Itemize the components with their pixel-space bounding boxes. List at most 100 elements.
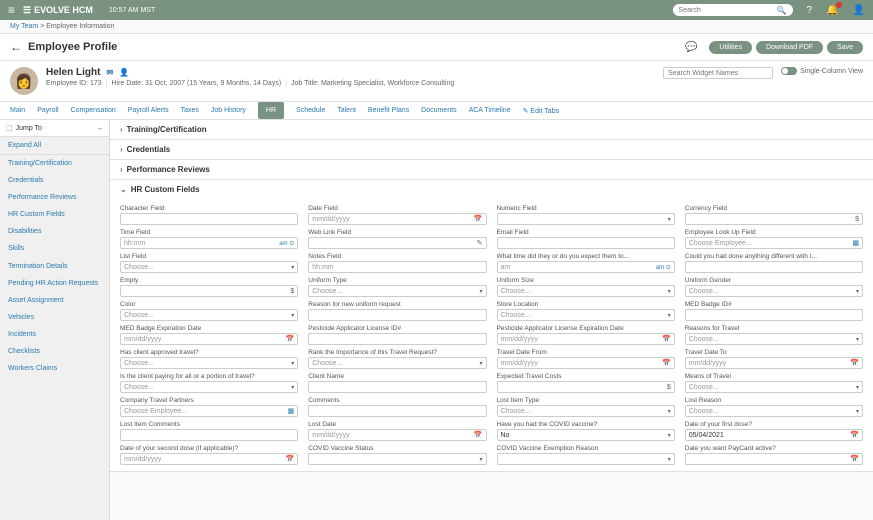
sidebar-link-asset-assignment[interactable]: Asset Assignment [0, 292, 109, 309]
tab-payroll-alerts[interactable]: Payroll Alerts [128, 102, 169, 119]
field-input[interactable]: Choose...▾ [120, 261, 298, 273]
field-input[interactable] [497, 237, 675, 249]
emp-title: Job Title: Marketing Specialist, Workfor… [291, 80, 454, 87]
edit-tabs[interactable]: ✎ Edit Tabs [523, 107, 559, 115]
tab-taxes[interactable]: Taxes [181, 102, 199, 119]
section-hr-custom[interactable]: ⌄HR Custom Fields [110, 180, 873, 199]
jump-to[interactable]: ⬚ Jump To → [0, 120, 109, 137]
field-input[interactable] [308, 381, 486, 393]
tab-compensation[interactable]: Compensation [71, 102, 116, 119]
field-input[interactable]: Choose...▾ [685, 405, 863, 417]
field-input[interactable]: hh:mmam ⊙ [120, 237, 298, 249]
sidebar-link-pending-hr-action-requests[interactable]: Pending HR Action Requests [0, 275, 109, 292]
sidebar-link-termination-details[interactable]: Termination Details [0, 258, 109, 275]
single-column-toggle[interactable]: Single-Column View [781, 67, 863, 75]
section-credentials[interactable]: ›Credentials [110, 140, 873, 159]
field-input[interactable]: 05/04/2021📅 [685, 429, 863, 441]
field-input[interactable]: amam ⊙ [497, 261, 675, 273]
field-have-you-had-the-covid-vaccine: Have you had the COVID vaccine?No▾ [497, 421, 675, 441]
sidebar-link-checklists[interactable]: Checklists [0, 343, 109, 360]
field-input[interactable] [120, 213, 298, 225]
field-input[interactable]: Choose...▾ [308, 285, 486, 297]
field-input[interactable]: Choose...▾ [120, 309, 298, 321]
field-input[interactable]: mm/dd/yyyy📅 [308, 213, 486, 225]
profile-icon[interactable]: 👤 [119, 68, 129, 77]
field-input[interactable] [120, 429, 298, 441]
global-search-input[interactable] [679, 7, 777, 14]
field-input[interactable]: ▾ [497, 453, 675, 465]
hamburger-icon[interactable]: ≡ [8, 3, 15, 17]
tab-hr[interactable]: HR [258, 102, 284, 119]
field-input[interactable]: ▾ [308, 453, 486, 465]
field-notes-field: Notes Fieldhh:mm [308, 253, 486, 273]
sidebar-link-incidents[interactable]: Incidents [0, 326, 109, 343]
field-input[interactable]: No▾ [497, 429, 675, 441]
sidebar-link-workers-claims[interactable]: Workers Claims [0, 360, 109, 377]
help-icon[interactable]: ? [807, 5, 813, 16]
field-input[interactable]: mm/dd/yyyy📅 [685, 357, 863, 369]
field-input[interactable]: mm/dd/yyyy📅 [120, 453, 298, 465]
field-input[interactable]: mm/dd/yyyy📅 [497, 333, 675, 345]
email-icon[interactable]: ✉ [106, 68, 113, 77]
tab-documents[interactable]: Documents [421, 102, 456, 119]
field-input[interactable]: Choose...▾ [685, 333, 863, 345]
notification-icon[interactable]: 🔔 [826, 5, 838, 16]
field-input[interactable]: hh:mm [308, 261, 486, 273]
field-input[interactable] [685, 309, 863, 321]
breadcrumb-team[interactable]: My Team [10, 23, 38, 30]
field-input[interactable]: 📅 [685, 453, 863, 465]
field-input[interactable]: Choose...▾ [120, 357, 298, 369]
field-input[interactable]: ✎ [308, 237, 486, 249]
field-input[interactable] [308, 333, 486, 345]
field-input[interactable]: mm/dd/yyyy📅 [308, 429, 486, 441]
field-input[interactable] [685, 261, 863, 273]
field-input[interactable]: Choose...▾ [685, 285, 863, 297]
tab-benefit-plans[interactable]: Benefit Plans [368, 102, 409, 119]
tab-aca-timeline[interactable]: ACA Timeline [469, 102, 511, 119]
back-arrow-icon[interactable]: ← [10, 40, 22, 54]
field-input[interactable]: $ [685, 213, 863, 225]
save-button[interactable]: Save [827, 41, 863, 54]
sidebar-link-training-certification[interactable]: Training/Certification [0, 155, 109, 172]
field-label: Date of your second dose (if applicable)… [120, 445, 298, 452]
field-input[interactable]: Choose...▾ [308, 357, 486, 369]
expand-all[interactable]: Expand All [0, 137, 109, 155]
tab-job-history[interactable]: Job History [211, 102, 246, 119]
field-input[interactable]: $ [497, 381, 675, 393]
tab-schedule[interactable]: Schedule [296, 102, 325, 119]
tab-talent[interactable]: Talent [337, 102, 356, 119]
section-performance[interactable]: ›Performance Reviews [110, 160, 873, 179]
field-input[interactable] [308, 405, 486, 417]
emp-id: 173 [90, 80, 102, 87]
field-input[interactable]: Choose...▾ [497, 285, 675, 297]
field-input[interactable] [308, 309, 486, 321]
field-input[interactable]: Choose...▾ [497, 405, 675, 417]
sidebar-link-vehicles[interactable]: Vehicles [0, 309, 109, 326]
tab-payroll[interactable]: Payroll [37, 102, 58, 119]
tab-main[interactable]: Main [10, 102, 25, 119]
field-input[interactable]: Choose...▾ [120, 381, 298, 393]
sidebar-link-hr-custom-fields[interactable]: HR Custom Fields [0, 206, 109, 223]
field-input[interactable]: Choose...▾ [497, 309, 675, 321]
field-input[interactable]: ▾ [497, 213, 675, 225]
field-input[interactable]: Choose Employee...▦ [685, 237, 863, 249]
sidebar-link-skills[interactable]: Skills [0, 240, 109, 257]
user-avatar-icon[interactable]: 👤 [853, 5, 865, 16]
global-search[interactable]: 🔍 [673, 4, 793, 16]
field-uniform-type: Uniform TypeChoose...▾ [308, 277, 486, 297]
download-pdf-button[interactable]: Download PDF [756, 41, 823, 54]
chat-icon[interactable]: 💬 [685, 42, 697, 53]
widget-search-input[interactable] [663, 67, 773, 79]
field-label: Company Travel Partners [120, 397, 298, 404]
field-input[interactable]: Choose...▾ [685, 381, 863, 393]
field-input[interactable]: Choose Employee...▦ [120, 405, 298, 417]
field-input[interactable]: $ [120, 285, 298, 297]
sidebar-link-credentials[interactable]: Credentials [0, 172, 109, 189]
field-input[interactable]: mm/dd/yyyy📅 [120, 333, 298, 345]
field-input[interactable]: mm/dd/yyyy📅 [497, 357, 675, 369]
toggle-switch[interactable] [781, 67, 797, 75]
sidebar-link-performance-reviews[interactable]: Performance Reviews [0, 189, 109, 206]
section-training[interactable]: ›Training/Certification [110, 120, 873, 139]
sidebar-link-disabilities[interactable]: Disabilities [0, 223, 109, 240]
utilities-button[interactable]: Utilities [709, 41, 752, 54]
